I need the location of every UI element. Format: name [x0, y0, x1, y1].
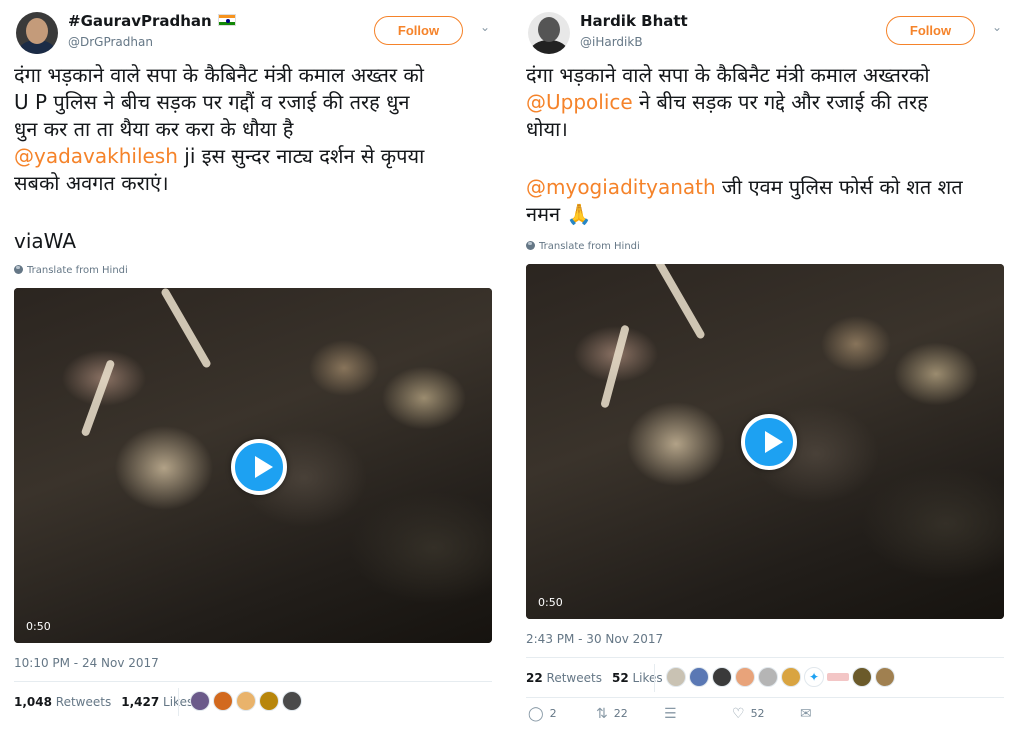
avatar[interactable] [781, 666, 801, 687]
tweet-text-line: जी एवम पुलिस फोर्स को शत शत [715, 175, 963, 199]
tweet-text-line: ने बीच सड़क पर गद्दे और रजाई की तरह [632, 90, 928, 114]
divider [178, 688, 179, 716]
avatar[interactable] [712, 666, 732, 687]
engagement-stats: 22 Retweets 52 Likes [526, 671, 663, 685]
tweet-text-line: दंगा भड़काने वाले सपा के कैबिनैट मंत्री … [526, 63, 930, 87]
liker-avatars [190, 690, 305, 711]
mention-link[interactable]: @yadavakhilesh [14, 144, 178, 168]
video-duration: 0:50 [26, 620, 51, 633]
chevron-down-icon[interactable]: ⌄ [990, 20, 1004, 34]
video-player[interactable]: 0:50 [526, 264, 1004, 619]
retweet-icon: ⇅ [596, 706, 608, 722]
globe-icon [14, 265, 23, 274]
twitter-bird-icon[interactable]: ✦ [804, 666, 824, 687]
tweet-text-line: धोया। [526, 117, 568, 141]
stack-button[interactable]: ☰ [664, 706, 683, 722]
display-name[interactable]: Hardik Bhatt [580, 12, 688, 30]
avatar[interactable] [758, 666, 778, 687]
avatar[interactable] [735, 666, 755, 687]
avatar[interactable] [528, 12, 570, 54]
engagement-stats: 1,048 Retweets 1,427 Likes [14, 695, 193, 709]
avatar[interactable] [259, 690, 279, 711]
user-handle[interactable]: @DrGPradhan [68, 35, 153, 49]
mail-icon: ✉ [800, 706, 812, 722]
follow-button[interactable]: Follow [886, 16, 975, 45]
likes-stat[interactable]: 1,427 Likes [121, 695, 193, 709]
tweet-text-line: नमन 🙏 [526, 202, 592, 226]
likes-stat[interactable]: 52 Likes [612, 671, 663, 685]
globe-icon [526, 241, 535, 250]
avatar[interactable] [827, 672, 849, 681]
avatar[interactable] [282, 690, 302, 711]
mention-link[interactable]: @Uppolice [526, 90, 633, 114]
direct-message-button[interactable]: ✉ [800, 706, 818, 722]
avatar[interactable] [16, 12, 58, 54]
avatar[interactable] [190, 690, 210, 711]
translate-link[interactable]: Translate from Hindi [526, 241, 640, 252]
tweet-timestamp[interactable]: 2:43 PM - 30 Nov 2017 [526, 632, 663, 646]
play-icon[interactable] [231, 439, 287, 495]
avatar[interactable] [875, 666, 895, 687]
tweet-text-line: सबको अवगत कराएं। [14, 171, 169, 195]
tweet-timestamp[interactable]: 10:10 PM - 24 Nov 2017 [14, 656, 159, 670]
tweet-text: दंगा भड़काने वाले सपा के कैबिनैट मंत्री … [14, 62, 492, 197]
translate-link[interactable]: Translate from Hindi [14, 265, 128, 276]
divider [14, 681, 492, 682]
video-player[interactable]: 0:50 [14, 288, 492, 643]
avatar[interactable] [689, 666, 709, 687]
video-duration: 0:50 [538, 596, 563, 609]
mention-link[interactable]: @myogiadityanath [526, 175, 716, 199]
tweet-card-hardikbhatt: Hardik Bhatt @iHardikB Follow ⌄ दंगा भड़… [526, 0, 1016, 733]
play-icon[interactable] [741, 414, 797, 470]
user-handle[interactable]: @iHardikB [580, 35, 643, 49]
reply-button[interactable]: ◯ 2 [528, 706, 557, 722]
tweet-card-gauravpradhan: #GauravPradhan @DrGPradhan Follow ⌄ दंगा… [14, 0, 504, 733]
divider [526, 697, 1004, 698]
divider [654, 664, 655, 692]
tweet-text-line: ji इस सुन्दर नाट्य दर्शन से कृपया [177, 144, 425, 168]
heart-icon: ♡ [732, 706, 745, 722]
avatar[interactable] [213, 690, 233, 711]
tweet-text: दंगा भड़काने वाले सपा के कैबिनैट मंत्री … [526, 62, 1004, 143]
avatar[interactable] [236, 690, 256, 711]
tweet-text-via: viaWA [14, 229, 77, 253]
tweet-text-line: दंगा भड़काने वाले सपा के कैबिनैट मंत्री … [14, 63, 424, 87]
liker-avatars: ✦ [666, 666, 898, 687]
display-name[interactable]: #GauravPradhan [68, 12, 236, 30]
india-flag-icon [217, 14, 236, 26]
stack-icon: ☰ [664, 706, 677, 722]
retweet-button[interactable]: ⇅ 22 [596, 706, 628, 722]
tweet-text-line: धुन कर ता ता थैया कर करा के धौया है [14, 117, 294, 141]
avatar[interactable] [852, 666, 872, 687]
chevron-down-icon[interactable]: ⌄ [478, 20, 492, 34]
divider [526, 657, 1004, 658]
tweet-text: @myogiadityanath जी एवम पुलिस फोर्स को श… [526, 174, 1004, 228]
avatar[interactable] [666, 666, 686, 687]
retweets-stat[interactable]: 22 Retweets [526, 671, 602, 685]
tweet-text-line: U P पुलिस ने बीच सड़क पर गद्दौं व रजाई क… [14, 90, 410, 114]
retweets-stat[interactable]: 1,048 Retweets [14, 695, 111, 709]
like-button[interactable]: ♡ 52 [732, 706, 765, 722]
follow-button[interactable]: Follow [374, 16, 463, 45]
reply-icon: ◯ [528, 706, 544, 722]
